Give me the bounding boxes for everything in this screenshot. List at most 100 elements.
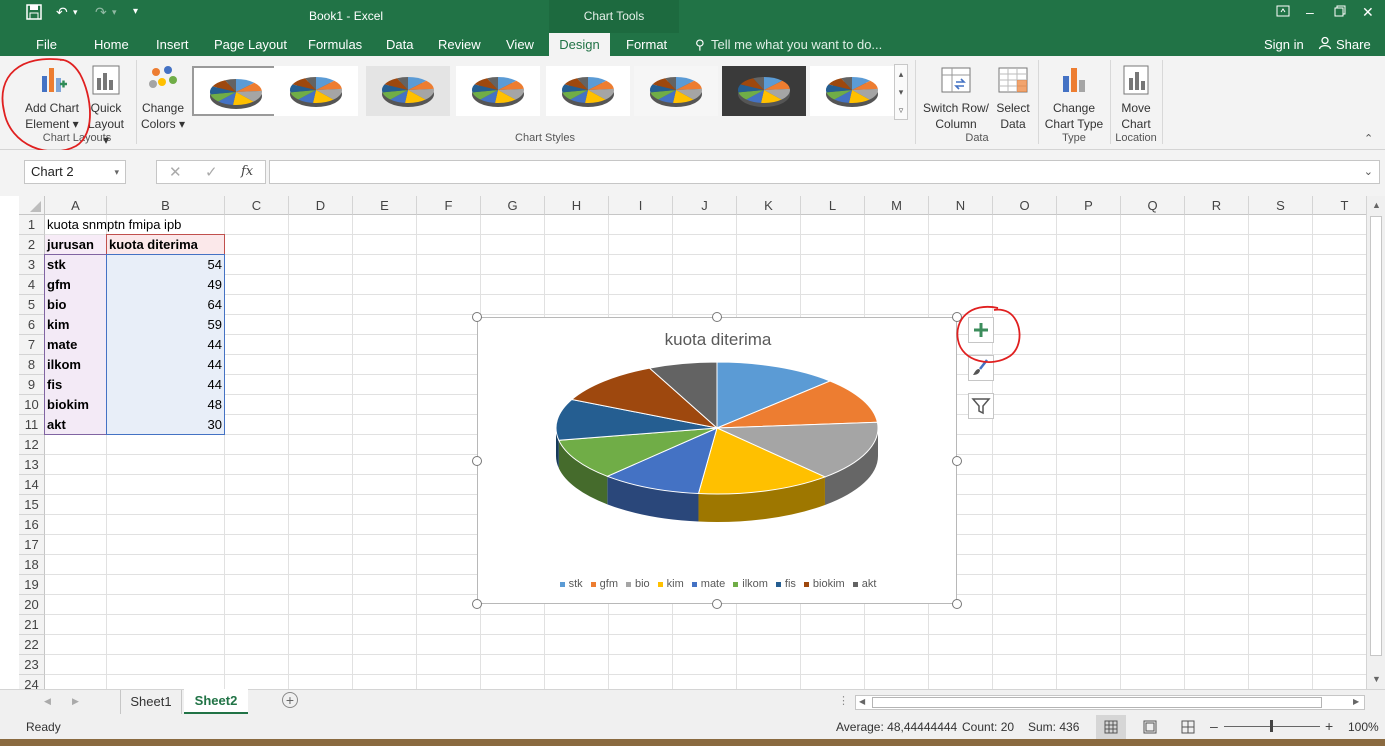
resize-handle[interactable] (712, 599, 722, 609)
chart-filters-button[interactable] (968, 393, 994, 419)
tab-file[interactable]: File (26, 33, 67, 56)
resize-handle[interactable] (712, 312, 722, 322)
save-icon[interactable] (26, 4, 42, 20)
column-header-h[interactable]: H (545, 196, 609, 215)
zoom-level[interactable]: 100% (1348, 720, 1379, 734)
tab-page-layout[interactable]: Page Layout (204, 33, 297, 56)
tab-formulas[interactable]: Formulas (298, 33, 372, 56)
sheet-tab-sheet2[interactable]: Sheet2 (184, 689, 248, 714)
row-header-9[interactable]: 9 (19, 375, 45, 395)
row-header-1[interactable]: 1 (19, 215, 45, 235)
row-header-12[interactable]: 12 (19, 435, 45, 455)
resize-handle[interactable] (472, 599, 482, 609)
resize-handle[interactable] (952, 455, 962, 466)
column-header-o[interactable]: O (993, 196, 1057, 215)
enter-icon[interactable]: ✓ (205, 163, 218, 181)
prev-sheet-icon[interactable]: ◀ (44, 696, 51, 707)
chart-style-option[interactable] (456, 66, 540, 116)
row-header-18[interactable]: 18 (19, 555, 45, 575)
close-icon[interactable]: ✕ (1362, 4, 1374, 20)
change-colors-button[interactable]: Change Colors ▾ (138, 64, 188, 132)
row-header-5[interactable]: 5 (19, 295, 45, 315)
scroll-right-icon[interactable]: ▶ (1353, 697, 1359, 706)
column-header-q[interactable]: Q (1121, 196, 1185, 215)
chart-style-option[interactable] (722, 66, 806, 116)
row-header-8[interactable]: 8 (19, 355, 45, 375)
horizontal-scroll-thumb[interactable] (872, 697, 1322, 708)
column-header-m[interactable]: M (865, 196, 929, 215)
share-button[interactable]: Share (1336, 37, 1371, 52)
status-sum[interactable]: Sum: 436 (1028, 720, 1079, 734)
resize-handle[interactable] (472, 312, 482, 322)
cell-a1[interactable]: kuota snmptn fmipa ipb (45, 215, 245, 235)
row-header-14[interactable]: 14 (19, 475, 45, 495)
legend-item-fis[interactable]: fis (775, 578, 796, 590)
formula-input[interactable]: ⌄ (269, 160, 1380, 184)
row-header-10[interactable]: 10 (19, 395, 45, 415)
column-header-g[interactable]: G (481, 196, 545, 215)
column-header-t[interactable]: T (1313, 196, 1366, 215)
legend-item-gfm[interactable]: gfm (590, 578, 618, 590)
redo-icon[interactable]: ↷ (95, 4, 107, 20)
column-header-p[interactable]: P (1057, 196, 1121, 215)
column-header-a[interactable]: A (45, 196, 107, 215)
horizontal-scrollbar[interactable]: ◀ ▶ (855, 695, 1365, 710)
zoom-out-icon[interactable]: – (1210, 718, 1218, 734)
new-sheet-icon[interactable]: + (282, 692, 298, 708)
row-header-22[interactable]: 22 (19, 635, 45, 655)
insert-function-icon[interactable]: fx (241, 164, 253, 179)
chart-legend[interactable]: stk gfm bio kim mate ilkom fis biokim akt (478, 578, 958, 590)
gallery-scroll[interactable]: ▴ ▾ ▿ (894, 64, 908, 120)
row-header-3[interactable]: 3 (19, 255, 45, 275)
sheet-tab-sheet1[interactable]: Sheet1 (120, 690, 182, 714)
tab-review[interactable]: Review (428, 33, 491, 56)
legend-item-stk[interactable]: stk (559, 578, 583, 590)
row-header-13[interactable]: 13 (19, 455, 45, 475)
tab-insert[interactable]: Insert (146, 33, 199, 56)
restore-icon[interactable] (1334, 4, 1346, 20)
chart-style-option[interactable] (274, 66, 358, 116)
undo-dropdown-icon[interactable]: ▾ (73, 4, 78, 20)
chart-style-option[interactable] (810, 66, 894, 116)
row-header-2[interactable]: 2 (19, 235, 45, 255)
column-header-b[interactable]: B (107, 196, 225, 215)
share-icon[interactable] (1318, 36, 1332, 53)
legend-item-akt[interactable]: akt (852, 578, 876, 590)
resize-handle[interactable] (952, 599, 962, 609)
zoom-slider-thumb[interactable] (1270, 720, 1273, 732)
column-header-f[interactable]: F (417, 196, 481, 215)
next-sheet-icon[interactable]: ▶ (72, 696, 79, 707)
ribbon-display-options-icon[interactable] (1276, 4, 1290, 20)
change-chart-type-button[interactable]: Change Chart Type (1040, 64, 1108, 132)
chart-style-option[interactable] (192, 66, 276, 116)
vertical-scrollbar[interactable]: ▲ ▼ (1366, 196, 1385, 689)
row-header-16[interactable]: 16 (19, 515, 45, 535)
cell-header-jurusan[interactable]: jurusan (45, 235, 106, 255)
tab-view[interactable]: View (496, 33, 544, 56)
collapse-ribbon-icon[interactable]: ⌃ (1364, 132, 1373, 145)
column-header-k[interactable]: K (737, 196, 801, 215)
expand-formula-icon[interactable]: ⌄ (1364, 165, 1373, 178)
gallery-down-icon[interactable]: ▾ (895, 83, 907, 101)
select-all-corner[interactable] (19, 196, 45, 215)
customize-qat-icon[interactable]: ▾ (133, 4, 138, 20)
legend-item-ilkom[interactable]: ilkom (733, 578, 768, 590)
row-header-23[interactable]: 23 (19, 655, 45, 675)
gallery-up-icon[interactable]: ▴ (895, 65, 907, 83)
legend-item-bio[interactable]: bio (625, 578, 650, 590)
tell-me-box[interactable]: Tell me what you want to do... (711, 37, 882, 52)
column-header-j[interactable]: J (673, 196, 737, 215)
column-header-c[interactable]: C (225, 196, 289, 215)
chart-style-option[interactable] (546, 66, 630, 116)
chart-style-option[interactable] (634, 66, 718, 116)
sign-in-link[interactable]: Sign in (1264, 37, 1304, 52)
row-header-19[interactable]: 19 (19, 575, 45, 595)
zoom-in-icon[interactable]: + (1325, 718, 1333, 734)
page-break-view-icon[interactable] (1180, 719, 1196, 738)
row-header-6[interactable]: 6 (19, 315, 45, 335)
column-header-s[interactable]: S (1249, 196, 1313, 215)
status-count[interactable]: Count: 20 (962, 720, 1014, 734)
column-header-i[interactable]: I (609, 196, 673, 215)
status-average[interactable]: Average: 48,44444444 (836, 720, 957, 734)
normal-view-button[interactable] (1096, 715, 1126, 739)
